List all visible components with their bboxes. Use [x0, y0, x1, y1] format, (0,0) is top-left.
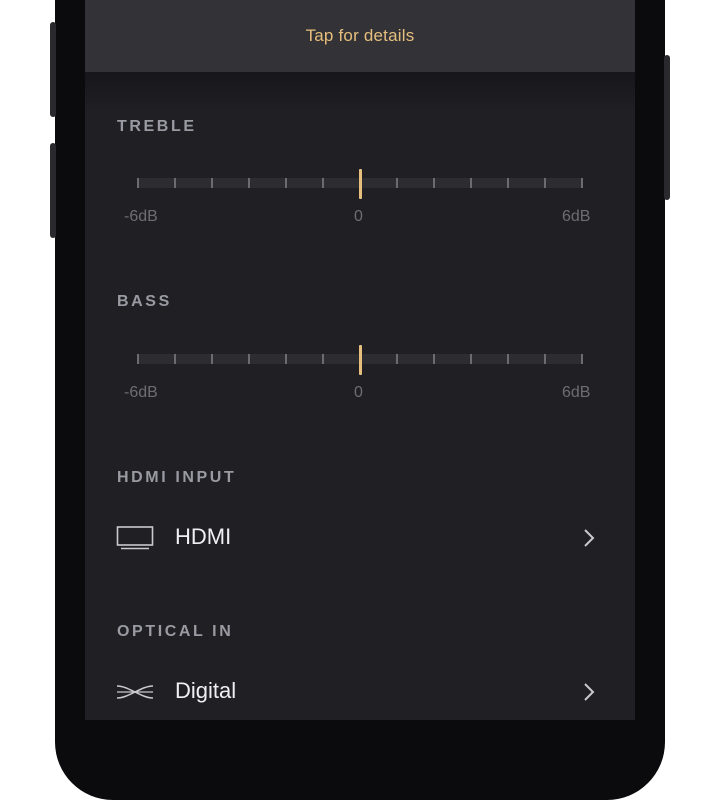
treble-slider-tick — [507, 178, 509, 188]
treble-slider-tick — [174, 178, 176, 188]
bass-slider-tick — [433, 354, 435, 364]
treble-slider-tick — [544, 178, 546, 188]
header-shadow — [85, 72, 635, 112]
bass-slider-tick — [248, 354, 250, 364]
chevron-right-icon — [584, 683, 595, 701]
treble-min-label: -6dB — [124, 208, 158, 225]
treble-mid-label: 0 — [354, 208, 363, 225]
bass-slider[interactable]: -6dB 0 6dB — [124, 345, 590, 406]
bass-slider-tick — [211, 354, 213, 364]
treble-slider-tick — [470, 178, 472, 188]
treble-section-label: TREBLE — [117, 118, 197, 135]
optical-cable-icon — [116, 685, 154, 699]
bass-slider-tick — [544, 354, 546, 364]
treble-slider-tick — [433, 178, 435, 188]
settings-screen: Tap for details TREBLE -6dB 0 6dB BASS -… — [85, 0, 635, 720]
treble-slider-tick — [322, 178, 324, 188]
bass-slider-tick — [322, 354, 324, 364]
treble-slider-tick — [248, 178, 250, 188]
bass-slider-tick — [396, 354, 398, 364]
bass-slider-tick — [137, 354, 139, 364]
hdmi-input-value: HDMI — [175, 524, 232, 549]
treble-slider[interactable]: -6dB 0 6dB — [124, 169, 590, 230]
treble-slider-thumb[interactable] — [359, 169, 362, 199]
bass-slider-tick — [507, 354, 509, 364]
details-bar[interactable]: Tap for details — [85, 0, 635, 72]
bass-slider-tick — [174, 354, 176, 364]
phone-side-button — [50, 22, 56, 117]
phone-side-button — [664, 55, 670, 200]
treble-max-label: 6dB — [562, 208, 591, 225]
chevron-right-icon — [584, 529, 595, 547]
bass-slider-tick — [285, 354, 287, 364]
treble-slider-tick — [211, 178, 213, 188]
hdmi-input-section-label: HDMI INPUT — [117, 469, 237, 486]
optical-in-value: Digital — [175, 678, 237, 703]
bass-slider-tick — [470, 354, 472, 364]
bass-mid-label: 0 — [354, 384, 363, 401]
optical-in-section-label: OPTICAL IN — [117, 623, 234, 640]
tv-icon — [116, 526, 154, 550]
treble-slider-tick — [396, 178, 398, 188]
bass-section-label: BASS — [117, 293, 172, 310]
treble-slider-tick — [137, 178, 139, 188]
treble-slider-tick — [285, 178, 287, 188]
bass-min-label: -6dB — [124, 384, 158, 401]
tap-for-details-link[interactable]: Tap for details — [306, 26, 415, 46]
bass-slider-tick — [581, 354, 583, 364]
bass-slider-thumb[interactable] — [359, 345, 362, 375]
treble-slider-tick — [581, 178, 583, 188]
phone-side-button — [50, 143, 56, 238]
optical-in-row[interactable]: Digital — [85, 664, 635, 720]
bass-max-label: 6dB — [562, 384, 591, 401]
hdmi-input-row[interactable]: HDMI — [85, 510, 635, 566]
